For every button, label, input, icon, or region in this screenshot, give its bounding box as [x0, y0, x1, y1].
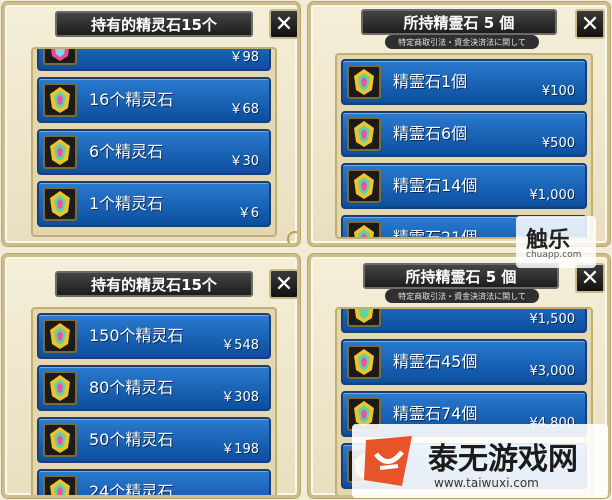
gem-icon: [347, 169, 381, 203]
item-name: 24个精灵石: [89, 482, 174, 498]
chule-watermark: 触乐 chuapp.com: [516, 216, 596, 268]
item-price: ¥100: [541, 84, 575, 99]
item-price: ¥500: [541, 136, 575, 151]
item-price: ￥30: [229, 154, 259, 169]
item-price: ￥98: [229, 50, 259, 65]
list-item[interactable]: 6个精灵石 ￥30: [37, 129, 271, 175]
panel-title: 所持精霊石 5 個: [361, 9, 557, 35]
list-item[interactable]: 24个精灵石: [37, 469, 271, 498]
gem-icon: [43, 83, 77, 117]
close-button[interactable]: ✕: [269, 269, 297, 299]
close-icon: ✕: [274, 11, 294, 37]
item-name: 1个精灵石: [89, 194, 164, 213]
item-price: ￥308: [221, 390, 259, 405]
close-button[interactable]: ✕: [575, 9, 605, 39]
list-item[interactable]: 150个精灵石 ￥548: [37, 313, 271, 359]
list-item[interactable]: 精霊石14個 ¥1,000: [341, 163, 587, 209]
site-brand-text: 泰无游戏网: [428, 442, 578, 477]
item-name: 精霊石74個: [393, 404, 478, 423]
list-item[interactable]: 50个精灵石 ￥198: [37, 417, 271, 463]
close-icon: ✕: [580, 265, 600, 291]
item-price: ￥548: [221, 338, 259, 353]
gem-icon: [43, 135, 77, 169]
item-name: 16个精灵石: [89, 90, 174, 109]
list-item[interactable]: 16个精灵石 ￥68: [37, 77, 271, 123]
item-list[interactable]: 150个精灵石 ￥548 80个精灵石 ￥308 50个精灵石 ￥198 24个…: [31, 307, 277, 498]
item-name: 精霊石45個: [393, 352, 478, 371]
corner-ornament: [287, 231, 297, 243]
item-name: 精霊石21個: [393, 228, 478, 239]
item-name: 80个精灵石: [89, 378, 174, 397]
site-logo-icon: [364, 436, 412, 486]
list-item[interactable]: ￥98: [37, 49, 271, 71]
shop-panel-top-right: 所持精霊石 5 個 ✕ 特定商取引法・資金決済法に関して 精霊石1個 ¥100 …: [308, 2, 610, 246]
gem-icon: [347, 345, 381, 379]
legal-notice-link[interactable]: 特定商取引法・資金決済法に関して: [385, 35, 539, 49]
legal-notice-link[interactable]: 特定商取引法・資金決済法に関して: [385, 289, 539, 303]
close-icon: ✕: [274, 271, 294, 297]
list-item[interactable]: 精霊石6個 ¥500: [341, 111, 587, 157]
item-name: 6个精灵石: [89, 142, 164, 161]
close-icon: ✕: [580, 11, 600, 37]
item-price: ¥1,500: [529, 312, 576, 327]
gem-icon: [43, 475, 77, 495]
panel-title: 持有的精灵石15个: [55, 11, 253, 37]
item-name: 150个精灵石: [89, 326, 184, 345]
site-url: www.taiwuxi.com: [434, 476, 539, 490]
item-name: 50个精灵石: [89, 430, 174, 449]
list-item[interactable]: 1个精灵石 ￥6: [37, 181, 271, 227]
item-name: 精霊石1個: [393, 72, 468, 91]
shop-panel-top-left: 持有的精灵石15个 ✕ ￥98 16个精灵石 ￥68 6个精灵石 ￥30 1个精…: [2, 2, 300, 246]
gem-icon: [347, 65, 381, 99]
item-name: 精霊石6個: [393, 124, 468, 143]
panel-title: 持有的精灵石15个: [55, 271, 253, 297]
gem-icon: [43, 319, 77, 353]
item-price: ¥3,000: [529, 364, 576, 379]
item-name: 精霊石14個: [393, 176, 478, 195]
close-button[interactable]: ✕: [269, 9, 297, 39]
chule-url: chuapp.com: [526, 250, 582, 260]
shop-panel-bottom-left: 持有的精灵石15个 ✕ 150个精灵石 ￥548 80个精灵石 ￥308 50个…: [2, 254, 300, 498]
list-item[interactable]: 80个精灵石 ￥308: [37, 365, 271, 411]
item-price: ¥1,000: [529, 188, 576, 203]
item-list[interactable]: 精霊石1個 ¥100 精霊石6個 ¥500 精霊石14個 ¥1,000 精霊石2…: [335, 53, 593, 239]
gem-icon: [43, 187, 77, 221]
gem-icon: [43, 49, 77, 65]
gem-icon: [347, 309, 381, 327]
gem-icon: [43, 423, 77, 457]
item-price: ￥6: [237, 206, 259, 221]
site-watermark: 泰无游戏网 www.taiwuxi.com: [352, 424, 608, 498]
list-item[interactable]: 精霊石45個 ¥3,000: [341, 339, 587, 385]
item-price: ￥198: [221, 442, 259, 457]
list-item[interactable]: 精霊石1個 ¥100: [341, 59, 587, 105]
gem-icon: [43, 371, 77, 405]
item-list[interactable]: ￥98 16个精灵石 ￥68 6个精灵石 ￥30 1个精灵石 ￥6: [31, 47, 277, 237]
item-price: ￥68: [229, 102, 259, 117]
gem-icon: [347, 221, 381, 237]
gem-icon: [347, 117, 381, 151]
list-item[interactable]: ¥1,500: [341, 309, 587, 333]
